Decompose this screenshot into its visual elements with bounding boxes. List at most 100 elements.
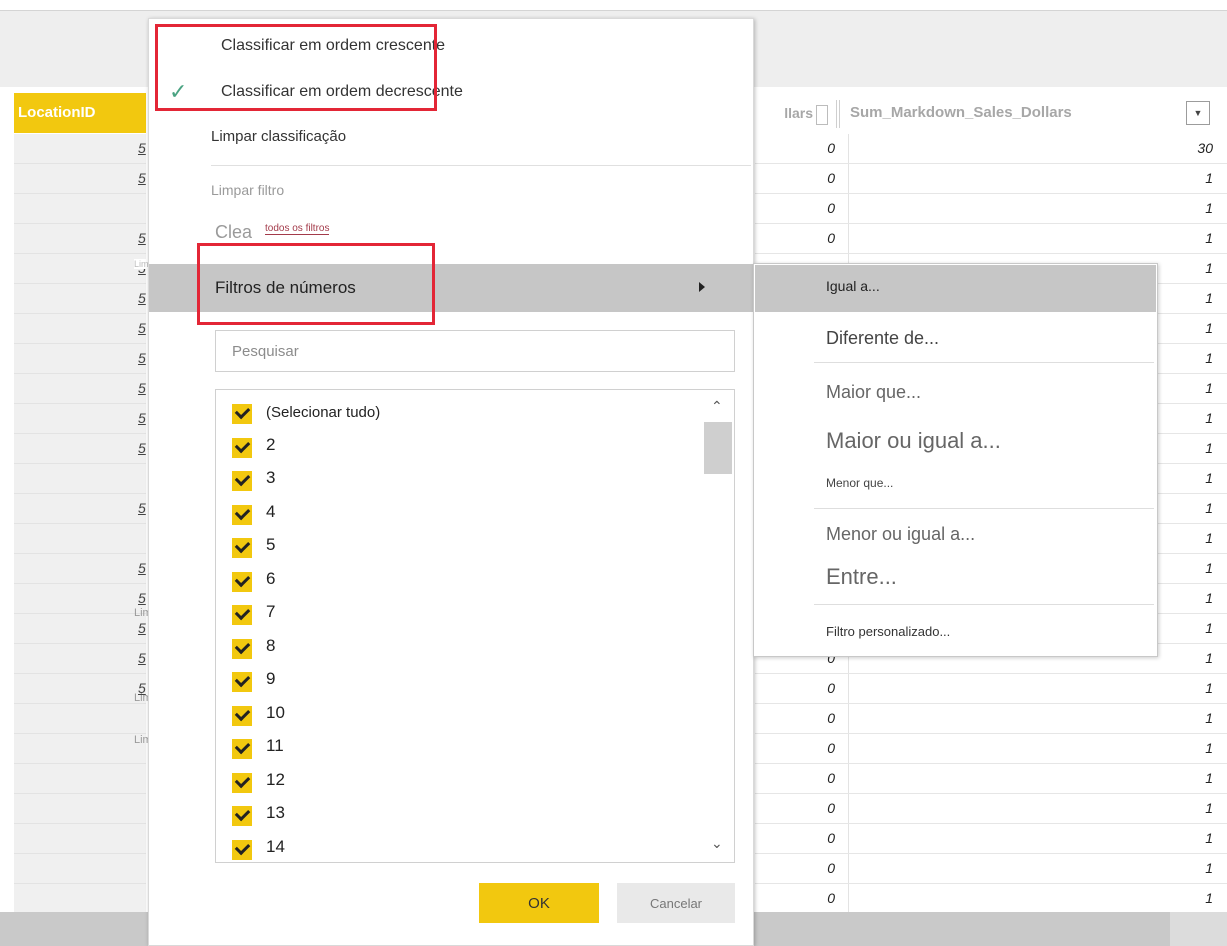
cell-dollars: 0	[827, 170, 835, 186]
column-dropdown-dollars[interactable]	[816, 105, 828, 125]
cell-sum-markdown: 1	[1205, 710, 1213, 726]
row-divider	[14, 343, 146, 344]
row-divider	[14, 433, 146, 434]
row-divider	[14, 793, 146, 794]
list-item-label: 7	[266, 602, 276, 621]
list-item-label: (Selecionar tudo)	[266, 404, 381, 421]
checkbox-checked[interactable]	[232, 839, 252, 860]
submenu-item-custom-filter[interactable]: Filtro personalizado...	[826, 624, 950, 639]
cell-locationid: 5	[138, 440, 146, 456]
chevron-down-icon[interactable]: ⌄	[711, 835, 723, 852]
menu-item-clear-filter[interactable]: Limpar filtro	[211, 182, 284, 198]
cell-dollars: 0	[827, 890, 835, 906]
menu-item-sort-descending[interactable]: Classificar em ordem decrescente	[221, 83, 463, 101]
column-dropdown-sum-markdown[interactable]: ▼	[1186, 101, 1210, 125]
submenu-highlight	[755, 265, 1156, 312]
cell-dollars: 0	[827, 860, 835, 876]
column-header-dollars[interactable]: llars	[755, 93, 813, 133]
number-filters-submenu: Igual a... Diferente de... Maior que... …	[753, 263, 1158, 657]
menu-item-number-filters[interactable]: Filtros de números	[149, 264, 753, 312]
table-row: 0 30	[755, 134, 1227, 164]
row-divider	[14, 493, 146, 494]
cell-sum-markdown: 30	[1197, 140, 1213, 156]
cell-sum-markdown: 1	[1205, 170, 1213, 186]
checkbox-checked[interactable]	[232, 705, 252, 726]
cell-locationid: 5	[138, 620, 146, 636]
submenu-item-greater-or-equal[interactable]: Maior ou igual a...	[826, 428, 1001, 454]
chevron-up-icon[interactable]: ⌃	[711, 398, 723, 415]
checkbox-checked[interactable]	[232, 538, 252, 558]
cell-sum-markdown: 1	[1205, 770, 1213, 786]
submenu-divider	[814, 362, 1154, 363]
cell-sum-markdown: 1	[1205, 200, 1213, 216]
table-row: 01	[755, 884, 1227, 914]
row-divider	[14, 823, 146, 824]
checkbox-checked[interactable]	[232, 672, 252, 692]
table-row: 01	[755, 194, 1227, 224]
cell-locationid: 5	[138, 320, 146, 336]
cell-locationid: 5	[138, 380, 146, 396]
table-row: 01	[755, 224, 1227, 254]
cancel-button[interactable]: Cancelar	[617, 883, 735, 923]
cell-sum-markdown: 1	[1205, 230, 1213, 246]
chevron-right-icon	[699, 282, 705, 292]
menu-item-clear-all-filters[interactable]: todos os filtros	[265, 223, 330, 235]
table-row: 01	[755, 764, 1227, 794]
checkbox-checked[interactable]	[232, 806, 252, 826]
menu-item-clear-all-prefix[interactable]: Clea	[215, 222, 252, 243]
search-input[interactable]	[215, 330, 735, 372]
cell-locationid: 5	[138, 560, 146, 576]
scrollbar-thumb[interactable]	[1170, 912, 1227, 946]
checkbox-checked[interactable]	[232, 404, 252, 424]
cell-sum-markdown: 1	[1205, 740, 1213, 756]
ok-button[interactable]: OK	[479, 883, 599, 923]
cell-locationid: 5	[138, 410, 146, 426]
cell-dollars: 0	[827, 770, 835, 786]
submenu-item-between[interactable]: Entre...	[826, 564, 897, 590]
checkbox-checked[interactable]	[232, 638, 252, 659]
row-divider	[14, 283, 146, 284]
submenu-item-equals[interactable]: Igual a...	[826, 278, 880, 294]
cell-locationid: 5	[138, 590, 146, 606]
list-item-label: 12	[266, 769, 285, 789]
checkbox-checked[interactable]	[232, 504, 252, 525]
row-divider	[14, 313, 146, 314]
list-item-label: 4	[266, 501, 276, 521]
submenu-item-less-or-equal[interactable]: Menor ou igual a...	[826, 524, 975, 545]
list-item-label: 2	[266, 434, 276, 454]
submenu-item-not-equals[interactable]: Diferente de...	[826, 328, 939, 349]
checkbox-checked[interactable]	[232, 437, 252, 458]
column-header-sum-markdown[interactable]: Sum_Markdown_Sales_Dollars	[850, 93, 1170, 133]
table-row: 01	[755, 734, 1227, 764]
column-context-menu: Classificar em ordem crescente ✓ Classif…	[148, 18, 754, 946]
list-item-label: 13	[266, 803, 285, 822]
submenu-item-greater-than[interactable]: Maior que...	[826, 382, 921, 403]
list-item-label: 14	[266, 836, 285, 856]
cell-dollars: 0	[827, 740, 835, 756]
cell-sum-markdown: 1	[1205, 890, 1213, 906]
list-scrollbar-thumb[interactable]	[704, 422, 732, 474]
cell-sum-markdown: 1	[1205, 680, 1213, 696]
row-divider	[14, 763, 146, 764]
checkbox-checked[interactable]	[232, 772, 252, 793]
list-item-label: 10	[266, 702, 285, 722]
cell-locationid: 5	[138, 500, 146, 516]
checkbox-checked[interactable]	[232, 571, 252, 592]
checkbox-checked[interactable]	[232, 739, 252, 759]
cell-dollars: 0	[827, 230, 835, 246]
cell-dollars: 0	[827, 710, 835, 726]
checkbox-checked[interactable]	[232, 605, 252, 625]
locationid-column: 5555555555555555	[14, 134, 146, 914]
list-vertical-scrollbar[interactable]: ⌃ ⌄	[702, 390, 734, 862]
column-header-locationid[interactable]: LocationID	[14, 93, 146, 133]
menu-item-sort-ascending[interactable]: Classificar em ordem crescente	[221, 37, 445, 55]
checkmark-icon: ✓	[169, 79, 188, 104]
menu-item-clear-sort[interactable]: Limpar classificação	[211, 128, 346, 145]
row-divider	[14, 223, 146, 224]
checkbox-checked[interactable]	[232, 471, 252, 491]
row-divider	[14, 883, 146, 884]
cell-dollars: 0	[827, 830, 835, 846]
column-resize-handle[interactable]	[836, 100, 840, 128]
table-row: 01	[755, 674, 1227, 704]
submenu-item-less-than[interactable]: Menor que...	[826, 476, 893, 490]
